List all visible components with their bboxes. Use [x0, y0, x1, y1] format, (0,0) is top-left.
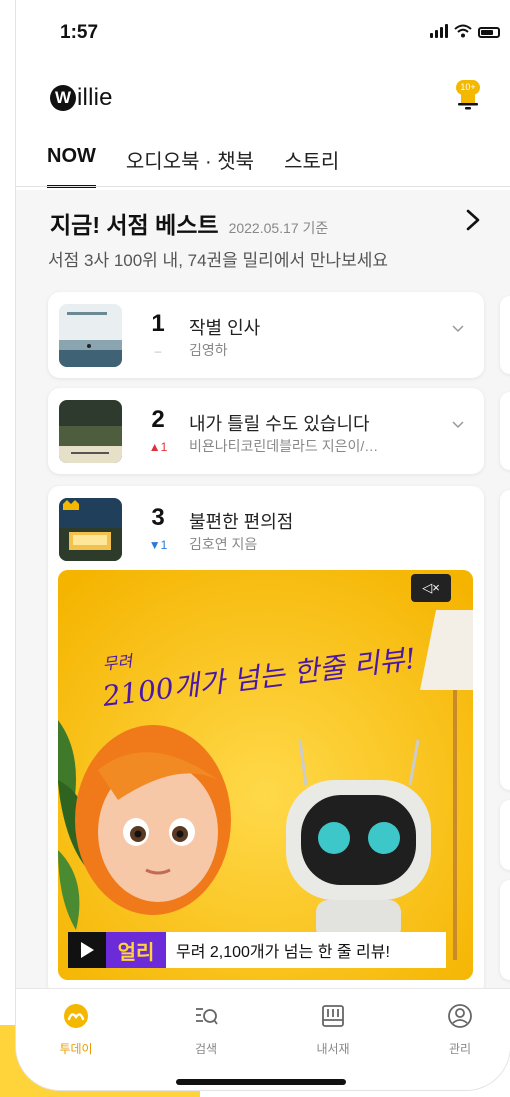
play-button[interactable] [68, 932, 106, 968]
section-date: 2022.05.17 기준 [228, 220, 329, 236]
book-cover [59, 400, 122, 463]
today-icon [64, 1004, 88, 1028]
nav-settings[interactable]: 관리 [420, 1003, 500, 1057]
mute-button[interactable]: ◁× [411, 574, 451, 602]
book-rank: 2 [151, 406, 165, 433]
wifi-icon [454, 24, 472, 38]
book-cover [59, 304, 122, 367]
notification-badge: 10+ [456, 80, 480, 95]
book-author: 김영하 [189, 342, 228, 358]
bottom-navigation: 투데이 검색 내서재 관리 [16, 988, 510, 1090]
tab-now[interactable]: NOW [47, 145, 96, 188]
home-indicator [176, 1079, 346, 1085]
tab-audiobook-chatbook[interactable]: 오디오북 · 챗북 [126, 145, 254, 186]
section-title: 지금! 서점 베스트 [50, 212, 219, 238]
phone-screen: 1:57 W illie 10+ NOW 오디오북 · 챗북 스토리 지금! 서… [16, 0, 510, 1090]
brand-tag: 얼리 [106, 932, 166, 968]
video-caption-bar: 얼리 무려 2,100개가 넘는 한 줄 리뷰! [68, 932, 446, 968]
logo-text: illie [77, 84, 113, 111]
section-subtitle: 서점 3사 100위 내, 74권을 밀리에서 만나보세요 [48, 251, 389, 270]
video-caption: 무려 2,100개가 넘는 한 줄 리뷰! [176, 944, 390, 961]
play-icon [81, 942, 94, 958]
book-card-3[interactable]: 3 ▼1 불편한 편의점 김호연 지음 무려 2100개가 넘는 한줄 리뷰! … [48, 486, 484, 996]
nav-search[interactable]: 검색 [166, 1003, 246, 1057]
book-card-1[interactable]: 1 – 작별 인사 김영하 [48, 292, 484, 378]
status-icons [430, 24, 500, 38]
rank-change: – [154, 344, 162, 358]
book-title: 작별 인사 [189, 318, 261, 338]
search-icon [196, 1008, 218, 1025]
book-rank: 3 [151, 504, 165, 531]
book-title: 내가 틀릴 수도 있습니다 [189, 414, 370, 434]
rank-change: ▲1 [148, 440, 168, 454]
book-author: 김호연 지음 [189, 536, 258, 552]
nav-library[interactable]: 내서재 [293, 1003, 373, 1057]
battery-icon [478, 27, 500, 38]
library-icon [322, 1005, 344, 1027]
tab-divider [16, 186, 510, 187]
signal-icon [430, 24, 448, 38]
book-title: 불편한 편의점 [189, 512, 294, 532]
book-card-2[interactable]: 2 ▲1 내가 틀릴 수도 있습니다 비욘나티코린데블라드 지은이/… [48, 388, 484, 474]
rank-change: ▼1 [148, 538, 168, 552]
video-banner[interactable]: 무려 2100개가 넘는 한줄 리뷰! 얼리 무려 2,100개가 넘는 한 줄… [58, 570, 473, 980]
chevron-right-icon[interactable] [463, 208, 483, 232]
logo-mark: W [50, 85, 76, 111]
tab-story[interactable]: 스토리 [284, 145, 339, 186]
nav-today[interactable]: 투데이 [36, 1003, 116, 1057]
status-time: 1:57 [60, 22, 99, 43]
chevron-down-icon[interactable] [451, 420, 465, 430]
book-author: 비욘나티코린데블라드 지은이/… [189, 438, 379, 454]
book-cover [59, 498, 122, 561]
chevron-down-icon[interactable] [451, 324, 465, 334]
book-rank: 1 [151, 310, 165, 337]
profile-icon [448, 1004, 472, 1028]
top-tabs: NOW 오디오북 · 챗북 스토리 [47, 145, 339, 188]
section-header: 지금! 서점 베스트 2022.05.17 기준 [50, 206, 328, 240]
app-logo[interactable]: W illie [50, 84, 113, 112]
